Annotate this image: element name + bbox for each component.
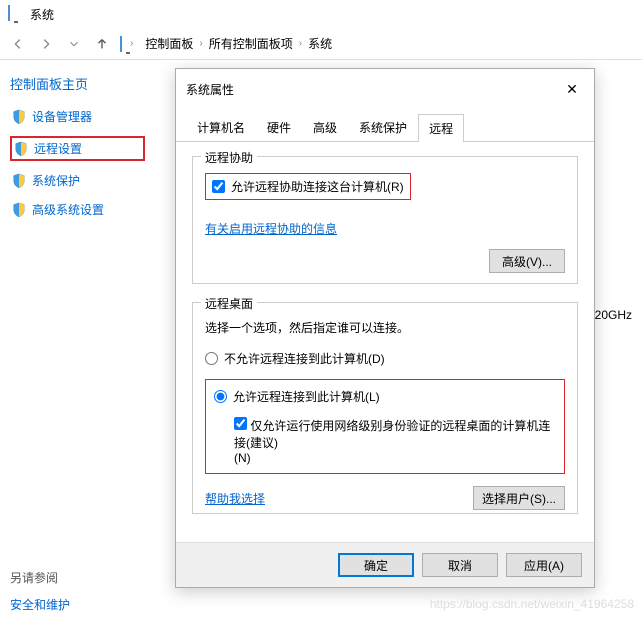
radio-deny-input[interactable] <box>205 352 218 365</box>
cancel-button[interactable]: 取消 <box>422 553 498 577</box>
nla-label-l1: 仅允许运行使用网络级别身份验证的远程桌面的计算机连接(建议) <box>234 419 550 450</box>
nla-label-l2: (N) <box>234 451 251 465</box>
dialog-title: 系统属性 <box>186 81 234 98</box>
close-icon[interactable]: ✕ <box>560 77 584 101</box>
tab-2[interactable]: 高级 <box>302 113 348 141</box>
tab-4[interactable]: 远程 <box>418 114 464 142</box>
remote-desktop-group: 远程桌面 选择一个选项，然后指定谁可以连接。 不允许远程连接到此计算机(D) 允… <box>192 302 578 514</box>
assist-info-link[interactable]: 有关启用远程协助的信息 <box>205 222 337 236</box>
nav-forward-icon[interactable] <box>36 34 56 54</box>
shield-icon <box>14 141 28 157</box>
sidebar-item-3[interactable]: 高级系统设置 <box>10 200 145 219</box>
shield-icon <box>12 173 26 189</box>
system-properties-dialog: 系统属性 ✕ 计算机名硬件高级系统保护远程 远程协助 允许远程协助连接这台计算机… <box>175 68 595 588</box>
chevron-right-icon: › <box>199 38 202 49</box>
breadcrumb-icon <box>120 37 122 51</box>
nav-recent-icon[interactable] <box>64 34 84 54</box>
remote-assist-group: 远程协助 允许远程协助连接这台计算机(R) 有关启用远程协助的信息 高级(V).… <box>192 156 578 284</box>
chevron-right-icon: › <box>130 38 133 49</box>
chevron-right-icon: › <box>299 38 302 49</box>
shield-icon <box>12 202 26 218</box>
breadcrumb[interactable]: 控制面板 › 所有控制面板项 › 系统 <box>145 35 332 52</box>
radio-deny[interactable]: 不允许远程连接到此计算机(D) <box>205 350 565 367</box>
group-assist-title: 远程协助 <box>201 149 257 166</box>
group-desktop-title: 远程桌面 <box>201 295 257 312</box>
see-also-link[interactable]: 安全和维护 <box>10 596 145 613</box>
select-users-button[interactable]: 选择用户(S)... <box>473 486 565 510</box>
tab-0[interactable]: 计算机名 <box>186 113 256 141</box>
window-title: 系统 <box>30 6 54 23</box>
desktop-desc: 选择一个选项，然后指定谁可以连接。 <box>205 319 565 336</box>
radio-allow-input[interactable] <box>214 390 227 403</box>
nav-back-icon[interactable] <box>8 34 28 54</box>
radio-allow[interactable]: 允许远程连接到此计算机(L) <box>214 388 556 405</box>
advanced-button[interactable]: 高级(V)... <box>489 249 565 273</box>
sidebar-heading: 控制面板主页 <box>10 74 145 93</box>
nav-up-icon[interactable] <box>92 34 112 54</box>
apply-button[interactable]: 应用(A) <box>506 553 582 577</box>
radio-deny-label: 不允许远程连接到此计算机(D) <box>224 350 385 367</box>
sidebar-item-1[interactable]: 远程设置 <box>10 136 145 161</box>
sidebar-item-2[interactable]: 系统保护 <box>10 171 145 190</box>
crumb-1[interactable]: 所有控制面板项 <box>209 35 293 52</box>
nla-input[interactable] <box>234 417 247 430</box>
sidebar-item-0[interactable]: 设备管理器 <box>10 107 145 126</box>
allow-assist-label: 允许远程协助连接这台计算机(R) <box>231 178 404 195</box>
shield-icon <box>12 109 26 125</box>
help-choose-link[interactable]: 帮助我选择 <box>205 490 265 507</box>
allow-assist-input[interactable] <box>212 180 225 193</box>
ok-button[interactable]: 确定 <box>338 553 414 577</box>
see-also-label: 另请参阅 <box>10 569 145 586</box>
crumb-2[interactable]: 系统 <box>308 35 332 52</box>
system-icon <box>8 6 24 22</box>
radio-allow-label: 允许远程连接到此计算机(L) <box>233 388 380 405</box>
crumb-0[interactable]: 控制面板 <box>145 35 193 52</box>
nla-checkbox[interactable]: 仅允许运行使用网络级别身份验证的远程桌面的计算机连接(建议) (N) <box>234 415 556 465</box>
allow-assist-checkbox[interactable]: 允许远程协助连接这台计算机(R) <box>212 178 404 195</box>
tab-3[interactable]: 系统保护 <box>348 113 418 141</box>
tab-1[interactable]: 硬件 <box>256 113 302 141</box>
